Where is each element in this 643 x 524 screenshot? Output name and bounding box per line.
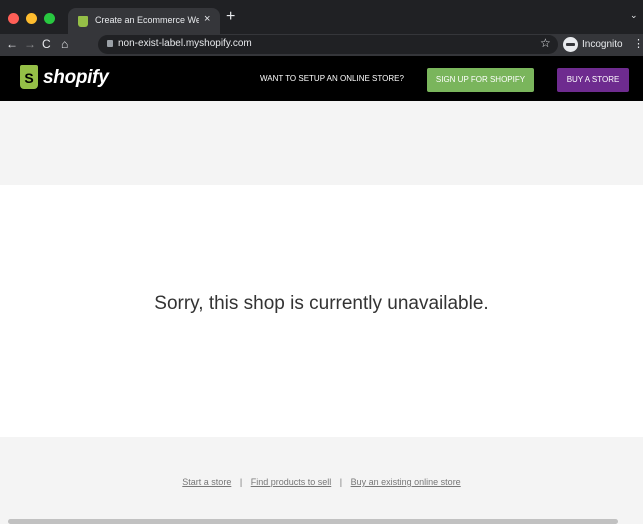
home-icon[interactable]: ⌂ (61, 37, 68, 51)
tab-search-icon[interactable]: ⌄ (630, 10, 638, 21)
incognito-label[interactable]: Incognito (582, 39, 623, 50)
address-bar[interactable]: non-exist-label.myshopify.com ☆ (98, 35, 558, 54)
shopify-header: S shopify WANT TO SETUP AN ONLINE STORE?… (0, 56, 643, 101)
shopify-bag-icon[interactable]: S (20, 65, 38, 89)
browser-toolbar: ← → C ⌂ non-exist-label.myshopify.com ☆ … (0, 34, 643, 56)
back-icon[interactable]: ← (6, 37, 18, 51)
horizontal-scrollbar[interactable] (8, 519, 618, 524)
close-window-button[interactable] (8, 13, 19, 24)
signup-button[interactable]: SIGN UP FOR SHOPIFY (427, 68, 534, 92)
bookmark-star-icon[interactable]: ☆ (540, 36, 551, 50)
active-tab[interactable]: Create an Ecommerce Website × (68, 8, 220, 34)
buy-store-button[interactable]: BUY A STORE (557, 68, 629, 92)
minimize-window-button[interactable] (26, 13, 37, 24)
incognito-icon[interactable] (563, 37, 578, 52)
unavailable-message: Sorry, this shop is currently unavailabl… (154, 293, 489, 314)
forward-icon[interactable]: → (24, 37, 36, 51)
shopify-favicon-icon (78, 16, 88, 27)
maximize-window-button[interactable] (44, 13, 55, 24)
footer-separator: | (239, 477, 243, 487)
find-products-link[interactable]: Find products to sell (251, 477, 332, 487)
lock-icon[interactable] (107, 40, 113, 47)
tab-title: Create an Ecommerce Website (95, 15, 199, 25)
tab-strip: Create an Ecommerce Website × + ⌄ (0, 0, 643, 34)
reload-icon[interactable]: C (42, 37, 51, 51)
new-tab-button[interactable]: + (226, 9, 235, 25)
footer-links: Start a store | Find products to sell | … (0, 477, 643, 487)
tab-close-icon[interactable]: × (204, 13, 210, 25)
top-band (0, 101, 643, 185)
url-text[interactable]: non-exist-label.myshopify.com (118, 38, 252, 49)
shopify-logo[interactable]: shopify (43, 67, 109, 89)
start-store-link[interactable]: Start a store (182, 477, 231, 487)
footer-separator: | (339, 477, 343, 487)
footer: Start a store | Find products to sell | … (0, 437, 643, 524)
buy-existing-store-link[interactable]: Buy an existing online store (351, 477, 461, 487)
setup-prompt: WANT TO SETUP AN ONLINE STORE? (260, 74, 404, 83)
browser-menu-icon[interactable]: ⋮ (633, 38, 643, 50)
shopify-bag-letter: S (24, 70, 34, 86)
